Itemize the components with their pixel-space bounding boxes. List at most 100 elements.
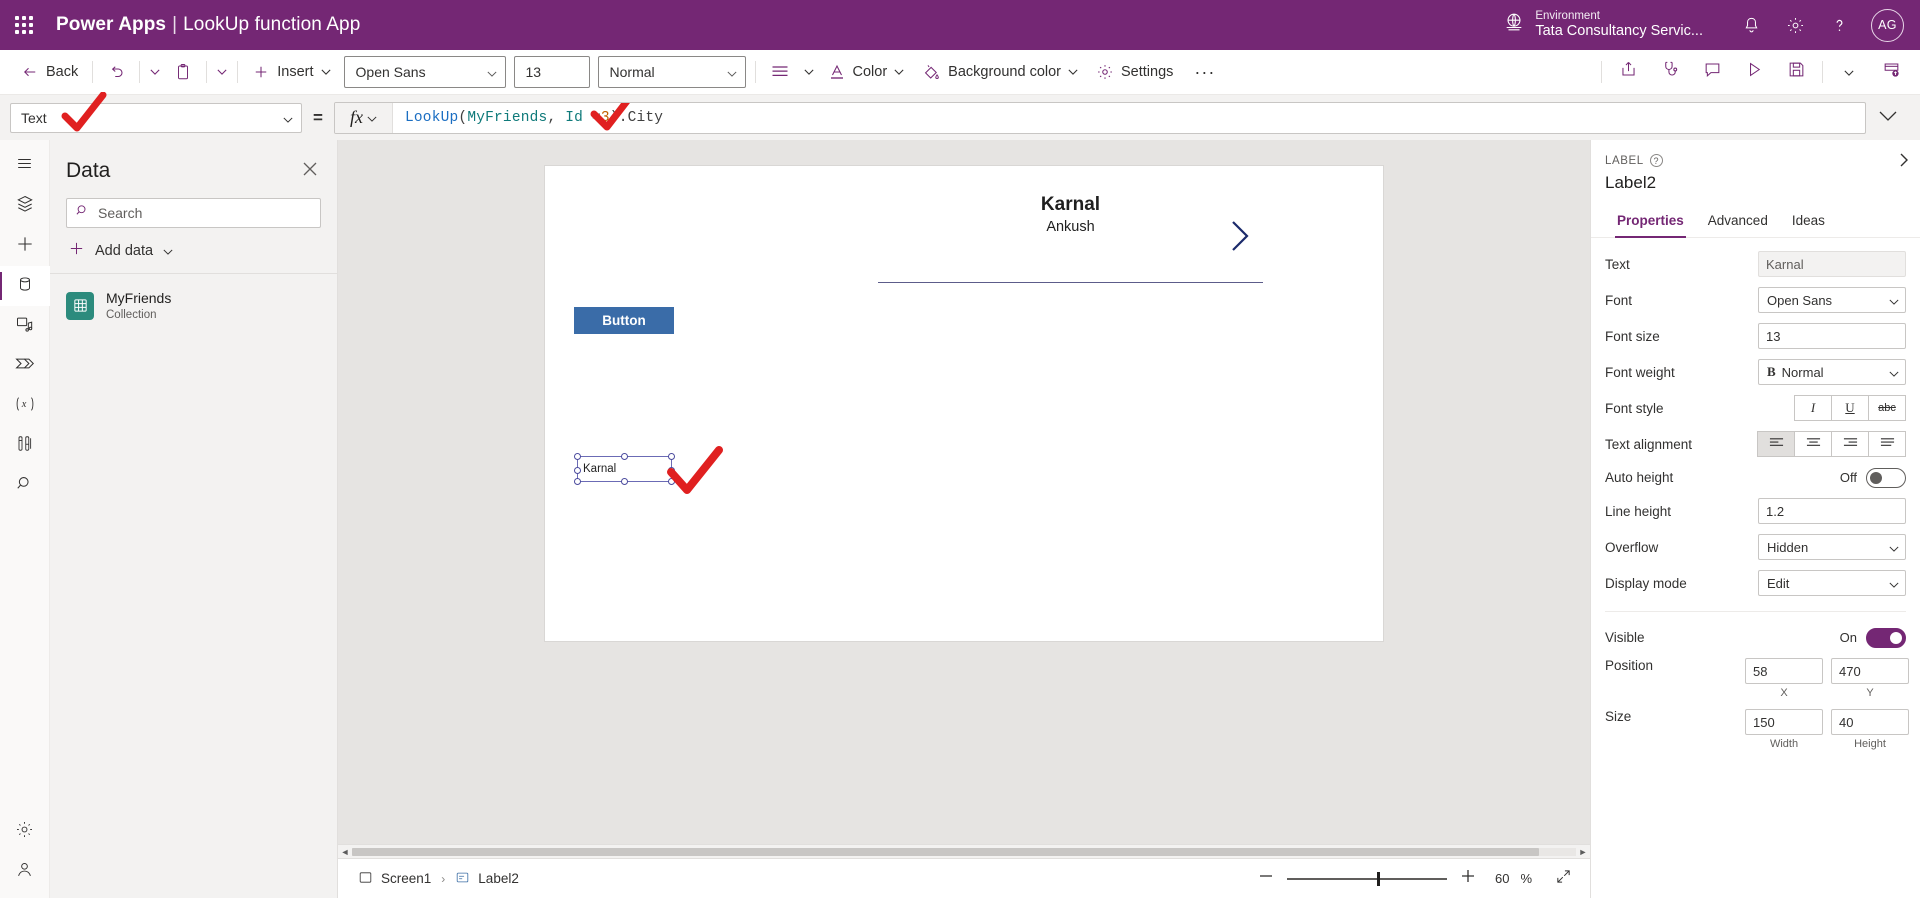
app-launcher-button[interactable] — [0, 16, 48, 34]
font-color-button[interactable]: Color — [819, 55, 914, 89]
user-avatar[interactable]: AG — [1871, 8, 1904, 42]
sidebar-item-settings[interactable] — [0, 812, 50, 852]
font-weight-select[interactable]: B Normal — [1758, 359, 1906, 385]
app-checker-button[interactable] — [1649, 55, 1691, 89]
overflow-select[interactable]: Hidden — [1758, 534, 1906, 560]
save-dropdown-button[interactable] — [1828, 55, 1870, 89]
undo-button[interactable] — [98, 55, 134, 89]
svg-text:x: x — [20, 399, 26, 410]
text-align-button[interactable] — [761, 55, 799, 89]
size-height-field[interactable]: 40 — [1831, 709, 1909, 735]
align-center-button[interactable] — [1794, 431, 1832, 457]
property-selector[interactable]: Text — [10, 91, 302, 133]
sidebar-item-data[interactable] — [0, 266, 50, 306]
sidebar-item-menu[interactable] — [0, 146, 50, 186]
label2-control[interactable]: Karnal — [574, 453, 675, 485]
collapse-panel-button[interactable] — [1898, 152, 1910, 173]
size-width-field[interactable]: 150 — [1745, 709, 1823, 735]
scrollbar-thumb[interactable] — [352, 847, 1540, 856]
scrollbar-track[interactable] — [352, 847, 1576, 856]
settings-button[interactable]: Settings — [1087, 55, 1182, 89]
zoom-in-button[interactable] — [1457, 868, 1479, 890]
font-size-input[interactable]: 13 — [513, 56, 590, 88]
position-x-field[interactable]: 58 — [1745, 658, 1823, 684]
publish-button[interactable] — [1870, 55, 1912, 89]
insert-button[interactable]: Insert — [243, 55, 339, 89]
underline-button[interactable]: U — [1831, 395, 1869, 421]
paste-button[interactable] — [165, 55, 201, 89]
tab-properties[interactable]: Properties — [1605, 203, 1696, 238]
sidebar-item-app-checker[interactable] — [0, 426, 50, 466]
gallery-next-arrow[interactable] — [1229, 219, 1251, 258]
search-input[interactable] — [98, 205, 312, 221]
italic-button[interactable]: I — [1794, 395, 1832, 421]
share-button[interactable] — [1607, 55, 1649, 89]
list-item[interactable]: MyFriends Collection — [50, 284, 337, 328]
font-family-select[interactable]: Open Sans — [343, 56, 506, 88]
line-height-field[interactable]: 1.2 — [1758, 498, 1906, 524]
notifications-button[interactable] — [1729, 0, 1773, 50]
align-justify-button[interactable] — [1868, 431, 1906, 457]
scroll-right-arrow-icon[interactable]: ► — [1576, 847, 1590, 857]
gallery-item[interactable]: Karnal Ankush — [878, 194, 1263, 235]
button-control[interactable]: Button — [574, 307, 674, 334]
font-weight-select[interactable]: Normal — [597, 56, 746, 88]
fx-button[interactable]: fx — [335, 102, 393, 133]
resize-handle-n[interactable] — [621, 453, 628, 460]
zoom-out-button[interactable] — [1255, 868, 1277, 890]
tab-ideas[interactable]: Ideas — [1780, 203, 1837, 237]
help-button[interactable] — [1817, 0, 1861, 50]
overflow-menu-button[interactable]: ··· — [1182, 55, 1227, 89]
sidebar-item-insert[interactable] — [0, 226, 50, 266]
scroll-left-arrow-icon[interactable]: ◄ — [338, 847, 352, 857]
font-size-field[interactable]: 13 — [1758, 323, 1906, 349]
strikethrough-button[interactable]: abc — [1868, 395, 1906, 421]
breadcrumb-control[interactable]: Label2 — [449, 870, 525, 888]
background-color-button[interactable]: Background color — [913, 55, 1087, 89]
data-search-box[interactable] — [66, 198, 321, 228]
close-data-panel-button[interactable] — [297, 158, 323, 184]
zoom-slider-thumb[interactable] — [1377, 871, 1381, 886]
align-right-button[interactable] — [1831, 431, 1869, 457]
text-value-field[interactable]: Karnal — [1758, 251, 1906, 277]
sidebar-item-account[interactable] — [0, 852, 50, 892]
align-left-button[interactable] — [1757, 431, 1795, 457]
position-y-field[interactable]: 470 — [1831, 658, 1909, 684]
help-icon[interactable]: ? — [1649, 154, 1663, 167]
environment-selector[interactable]: Environment Tata Consultancy Servic... — [1503, 10, 1703, 40]
formula-input-wrapper[interactable]: fx LookUp(MyFriends, Id = 3) .City — [334, 101, 1866, 134]
resize-handle-nw[interactable] — [574, 453, 581, 460]
sidebar-item-tree-view[interactable] — [0, 186, 50, 226]
back-button[interactable]: Back — [12, 55, 87, 89]
zoom-slider[interactable] — [1287, 871, 1448, 887]
sidebar-item-power-automate[interactable] — [0, 346, 50, 386]
comments-button[interactable] — [1691, 55, 1733, 89]
formula-input[interactable]: LookUp(MyFriends, Id = 3) .City — [393, 102, 1865, 133]
save-button[interactable] — [1775, 55, 1817, 89]
sidebar-item-variables[interactable]: x — [0, 386, 50, 426]
canvas-horizontal-scrollbar[interactable]: ◄ ► — [338, 844, 1590, 858]
formula-expand-button[interactable] — [1866, 109, 1910, 127]
add-data-button[interactable]: Add data — [50, 228, 337, 274]
tab-advanced[interactable]: Advanced — [1696, 203, 1780, 237]
preview-button[interactable] — [1733, 55, 1775, 89]
sidebar-item-search[interactable] — [0, 466, 50, 506]
settings-button[interactable] — [1773, 0, 1817, 50]
text-align-dropdown[interactable] — [799, 55, 819, 89]
paste-dropdown[interactable] — [212, 55, 232, 89]
auto-height-toggle[interactable] — [1866, 467, 1906, 488]
resize-handle-sw[interactable] — [574, 478, 581, 485]
display-mode-select[interactable]: Edit — [1758, 570, 1906, 596]
resize-handle-se[interactable] — [668, 478, 675, 485]
fit-to-screen-button[interactable] — [1550, 866, 1576, 892]
undo-dropdown[interactable] — [145, 55, 165, 89]
breadcrumb-screen[interactable]: Screen1 — [352, 870, 437, 888]
resize-handle-w[interactable] — [574, 467, 581, 474]
visible-toggle[interactable] — [1866, 627, 1906, 648]
resize-handle-s[interactable] — [621, 478, 628, 485]
font-select[interactable]: Open Sans — [1758, 287, 1906, 313]
sidebar-item-media[interactable] — [0, 306, 50, 346]
app-screen-canvas[interactable]: Karnal Ankush Button Karnal — [545, 166, 1383, 641]
resize-handle-e[interactable] — [668, 467, 675, 474]
resize-handle-ne[interactable] — [668, 453, 675, 460]
